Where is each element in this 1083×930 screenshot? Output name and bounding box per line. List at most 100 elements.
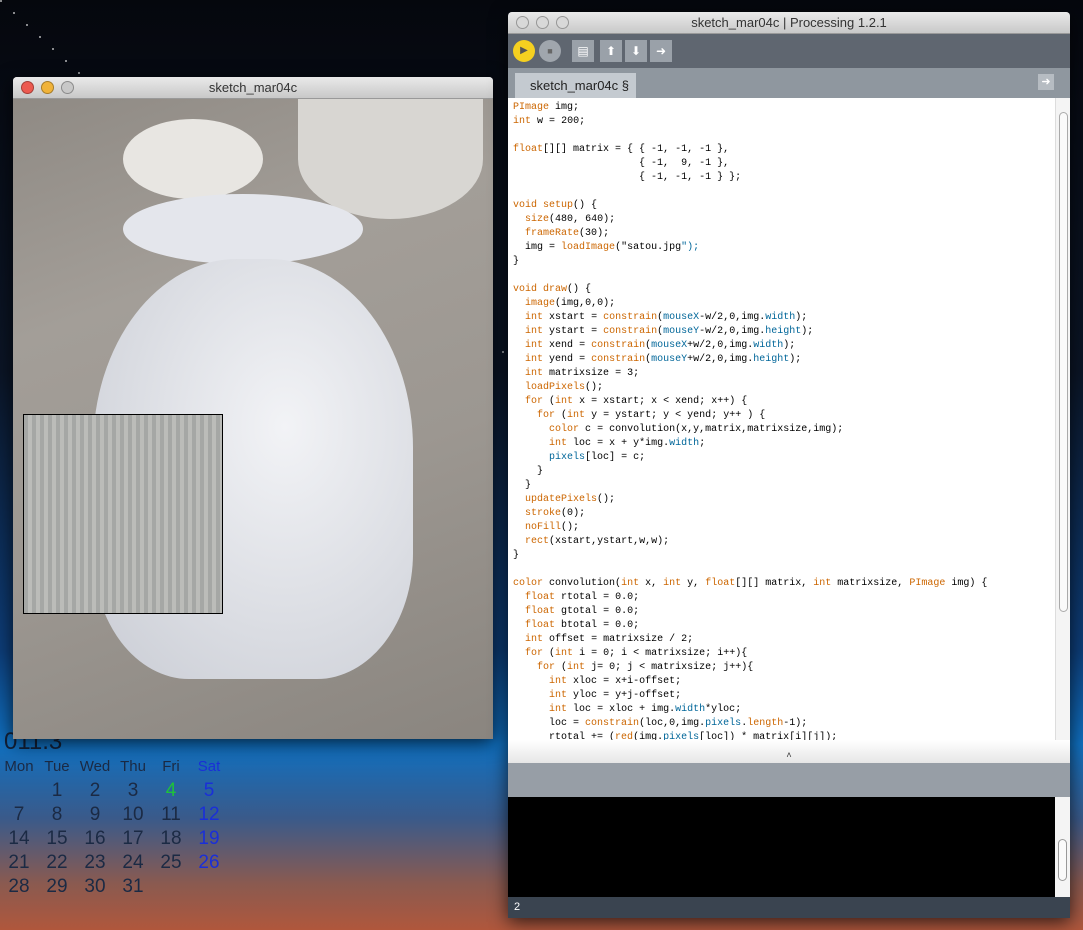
editor-scrollbar[interactable] — [1055, 98, 1070, 740]
calendar-date: 18 — [160, 828, 182, 849]
vase-rim — [123, 194, 363, 264]
calendar-date: 15 — [46, 828, 68, 849]
play-icon: ▶ — [520, 45, 528, 56]
code-line: void setup() { — [513, 200, 598, 211]
calendar-date: 24 — [122, 852, 144, 873]
stop-icon: ■ — [547, 46, 553, 56]
code-editor[interactable]: PImage img; int w = 200; float[][] matrix… — [508, 98, 1070, 740]
console — [508, 797, 1070, 897]
scrollbar-thumb[interactable] — [1059, 112, 1068, 612]
star — [65, 60, 67, 62]
calendar-date: 8 — [51, 804, 63, 825]
calendar-date: 29 — [46, 876, 68, 897]
calendar-date: 31 — [122, 876, 144, 897]
calendar-date: 19 — [198, 828, 220, 849]
new-file-icon: ▤ — [577, 44, 589, 58]
export-button[interactable]: ➜ — [650, 40, 672, 62]
run-button[interactable]: ▶ — [513, 40, 535, 62]
calendar-date: 1 — [51, 780, 63, 801]
sketch-canvas[interactable] — [13, 99, 493, 739]
sketch-window: sketch_mar04c — [13, 77, 493, 739]
minimize-button[interactable] — [41, 81, 54, 94]
calendar-day-header: Thu — [120, 758, 146, 775]
stop-button[interactable]: ■ — [539, 40, 561, 62]
console-scrollbar-thumb[interactable] — [1058, 839, 1067, 881]
star — [39, 36, 41, 38]
open-button[interactable]: ⬆ — [600, 40, 622, 62]
calendar-day-header: Tue — [44, 758, 70, 775]
export-icon: ➜ — [655, 44, 667, 58]
calendar-date: 12 — [198, 804, 220, 825]
code-line: float gtotal = 0.0; — [525, 606, 640, 617]
star — [13, 12, 15, 14]
ide-title: sketch_mar04c | Processing 1.2.1 — [691, 15, 887, 30]
new-button[interactable]: ▤ — [572, 40, 594, 62]
code-text[interactable]: PImage img; int w = 200; float[][] matrix… — [513, 101, 987, 740]
ide-titlebar[interactable]: sketch_mar04c | Processing 1.2.1 — [508, 12, 1070, 34]
minimize-button[interactable] — [536, 16, 549, 29]
calendar-day-header: Wed — [79, 758, 111, 775]
splitter-handle[interactable]: ˄ — [508, 740, 1070, 763]
calendar-day-header: Mon — [4, 758, 34, 775]
message-area — [508, 763, 1070, 797]
code-line: color convolution(int x, int y, float[][… — [513, 578, 988, 589]
code-line: float[][] matrix = { { -1, -1, -1 }, — [513, 144, 730, 155]
calendar-date: 25 — [160, 852, 182, 873]
arrow-down-icon: ⬇ — [630, 44, 642, 58]
sketch-title: sketch_mar04c — [208, 80, 298, 95]
code-line: { -1, -1, -1 } }; — [513, 172, 742, 183]
code-line: image(img,0,0); — [525, 298, 616, 309]
star — [26, 24, 28, 26]
processing-ide-window: sketch_mar04c | Processing 1.2.1 ▶ ■ ▤ ⬆… — [508, 12, 1070, 918]
code-line: int xloc = x+i-offset; — [549, 676, 682, 687]
code-line: PImage img; — [513, 102, 580, 113]
tab-menu-button[interactable]: ➜ — [1038, 74, 1054, 90]
console-scrollbar[interactable] — [1055, 797, 1070, 897]
tab-bar: sketch_mar04c § ➜ — [508, 68, 1070, 98]
zoom-button[interactable] — [556, 16, 569, 29]
calendar-date: 21 — [8, 852, 30, 873]
code-line: } — [513, 256, 520, 267]
code-line: int yend = constrain(mouseY+w/2,0,img.he… — [525, 354, 802, 365]
code-line: int yloc = y+j-offset; — [549, 690, 682, 701]
code-line: loc = constrain(loc,0,img.pixels.length-… — [549, 718, 808, 729]
calendar-date: 17 — [122, 828, 144, 849]
code-line: stroke(0); — [525, 508, 586, 519]
calendar-date: 23 — [84, 852, 106, 873]
code-line: int matrixsize = 3; — [525, 368, 640, 379]
code-line: } — [513, 550, 520, 561]
code-line: int xend = constrain(mouseX+w/2,0,img.wi… — [525, 340, 796, 351]
star — [0, 0, 2, 2]
close-button[interactable] — [21, 81, 34, 94]
convolution-rect — [23, 414, 223, 614]
close-button[interactable] — [516, 16, 529, 29]
calendar-date: 28 — [8, 876, 30, 897]
calendar-date: 5 — [203, 780, 215, 801]
calendar-date: 14 — [8, 828, 30, 849]
code-line: noFill(); — [525, 522, 580, 533]
calendar-day-header: Fri — [162, 758, 180, 775]
sketch-titlebar[interactable]: sketch_mar04c — [13, 77, 493, 99]
zoom-button[interactable] — [61, 81, 74, 94]
arrow-up-icon: ⬆ — [605, 44, 617, 58]
code-line: int loc = xloc + img.width*yloc; — [549, 704, 742, 715]
code-line: size(480, 640); — [525, 214, 616, 225]
calendar-date: 10 — [122, 804, 144, 825]
code-line: pixels[loc] = c; — [549, 452, 646, 463]
calendar-date: 11 — [161, 804, 181, 825]
code-line: updatePixels(); — [525, 494, 616, 505]
code-line: int offset = matrixsize / 2; — [525, 634, 694, 645]
code-line: float rtotal = 0.0; — [525, 592, 640, 603]
code-line: int ystart = constrain(mouseY-w/2,0,img.… — [525, 326, 814, 337]
code-line: color c = convolution(x,y,matrix,matrixs… — [549, 424, 844, 435]
calendar-date: 26 — [198, 852, 220, 873]
code-line: int w = 200; — [513, 116, 586, 127]
code-line: int loc = x + y*img.width; — [549, 438, 706, 449]
code-line: void draw() { — [513, 284, 592, 295]
calendar-date: 9 — [89, 804, 101, 825]
calendar-date: 2 — [89, 780, 101, 801]
save-button[interactable]: ⬇ — [625, 40, 647, 62]
tab-sketch[interactable]: sketch_mar04c § — [515, 73, 636, 98]
